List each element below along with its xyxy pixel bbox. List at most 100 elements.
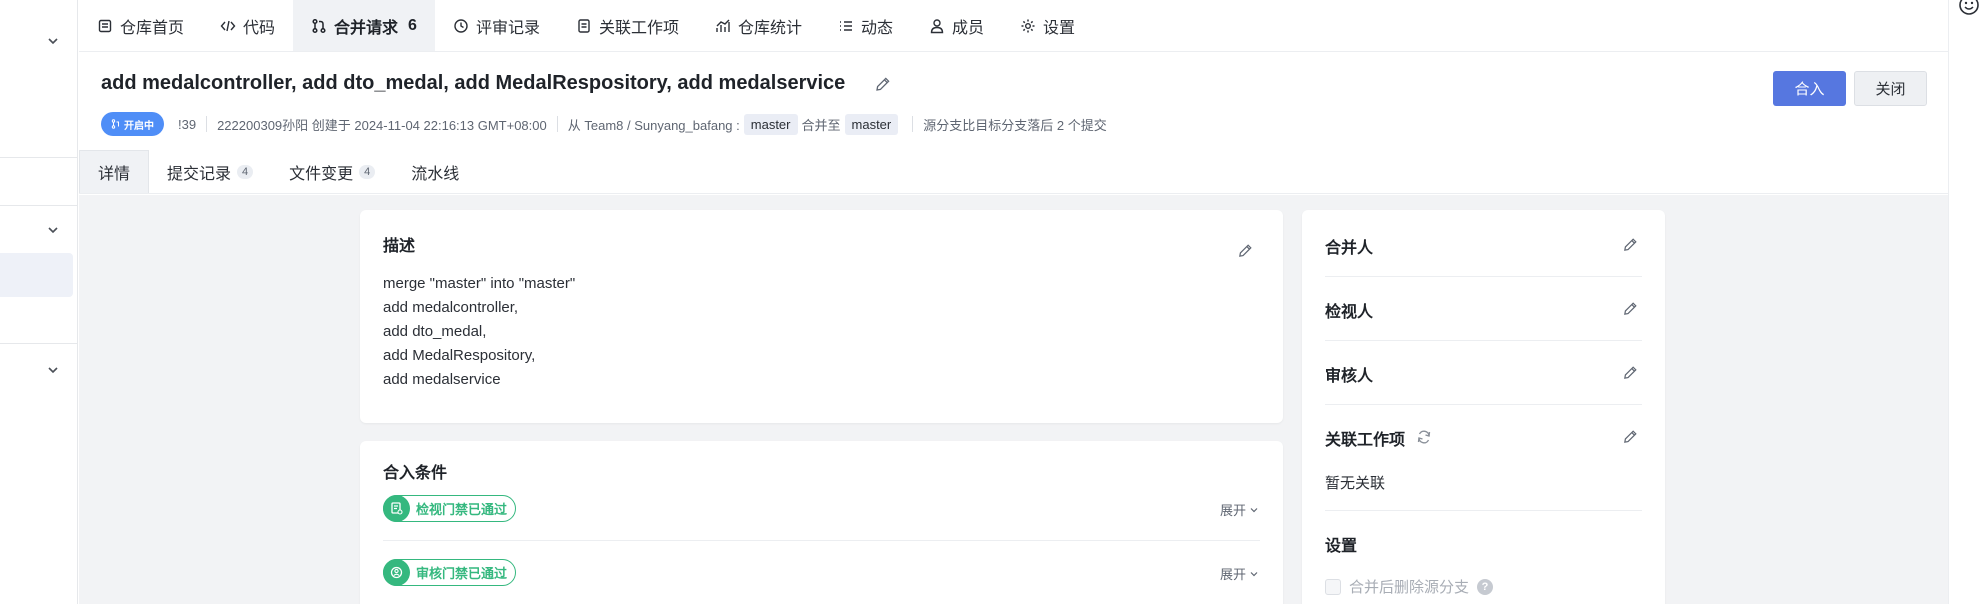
tab-commits[interactable]: 提交记录 4 (149, 150, 271, 193)
description-line: add medalcontroller, (383, 299, 519, 316)
approval-gate-badge: 审核门禁已通过 (383, 559, 517, 586)
workitem-icon (578, 18, 590, 33)
tab-repo-home[interactable]: 仓库首页 (79, 0, 202, 51)
refresh-icon[interactable] (1415, 428, 1433, 446)
meta-divider (556, 116, 558, 132)
description-body: merge "master" into "master" add medalco… (383, 272, 575, 392)
sidebar-divider (0, 343, 78, 344)
gate-label: 审核门禁已通过 (416, 566, 508, 581)
commit-count: 4 (237, 164, 254, 179)
side-divider (1325, 276, 1642, 277)
mr-subtabs: 详情 提交记录 4 文件变更 4 流水线 (79, 150, 1948, 194)
member-icon (930, 18, 944, 33)
chevron-down-icon[interactable] (46, 34, 60, 48)
mr-id: !39 (178, 116, 197, 132)
expand-approval-gate[interactable]: 展开 (1220, 564, 1259, 583)
repo-nav: 仓库首页 代码 合并请求 6 评审记录 关联工作项 仓库统计 动态 成员 设置 (79, 0, 1948, 52)
chevron-down-icon[interactable] (46, 223, 60, 237)
gate-label: 检视门禁已通过 (416, 502, 508, 517)
description-line: add MedalRespository, (383, 347, 536, 364)
merge-conditions-card: 合入条件 检视门禁已通过 展开 审核门禁已通过 展开 (360, 441, 1283, 604)
chevron-down-icon (1250, 571, 1258, 576)
sidebar-divider (0, 205, 78, 206)
edit-workitems-icon[interactable] (1622, 428, 1639, 445)
edit-title-icon[interactable] (874, 75, 892, 93)
file-change-count: 4 (359, 164, 376, 179)
tab-settings[interactable]: 设置 (1002, 0, 1093, 51)
conditions-divider (383, 540, 1260, 541)
reviewer-label: 检视人 (1325, 304, 1374, 321)
merge-to-label: 合并至 (801, 117, 841, 133)
merge-request-icon (111, 119, 119, 129)
delete-source-branch-option[interactable]: 合并后删除源分支 ? (1325, 576, 1494, 597)
description-card: 描述 merge "master" into "master" add meda… (360, 210, 1283, 423)
close-button[interactable]: 关闭 (1854, 71, 1927, 106)
from-repo: 从 Team8 / Sunyang_bafang : (567, 117, 740, 133)
conditions-heading: 合入条件 (383, 465, 448, 482)
tab-label: 设置 (1043, 19, 1076, 37)
tab-linked-workitems[interactable]: 关联工作项 (558, 0, 697, 51)
stats-icon (716, 19, 730, 32)
author-created: 222200309孙阳 创建于 2024-11-04 22:16:13 GMT+… (217, 117, 547, 133)
review-gate-icon (383, 495, 410, 522)
expand-label: 展开 (1219, 503, 1246, 518)
tab-activity[interactable]: 动态 (820, 0, 911, 51)
merge-button[interactable]: 合入 (1773, 71, 1846, 106)
tab-label: 流水线 (411, 165, 460, 183)
tab-details[interactable]: 详情 (79, 150, 150, 193)
side-divider (1325, 510, 1642, 511)
sidebar-divider (0, 157, 78, 158)
activity-icon (840, 20, 852, 31)
tab-label: 仓库统计 (737, 19, 802, 37)
mr-meta-row: 开启中 !39 222200309孙阳 创建于 2024-11-04 22:16… (101, 111, 1107, 137)
tab-label: 仓库首页 (120, 19, 185, 37)
right-strip (1948, 0, 1988, 604)
workitems-label: 关联工作项 (1325, 432, 1406, 449)
side-divider (1325, 404, 1642, 405)
tab-members[interactable]: 成员 (911, 0, 1002, 51)
merge-request-icon (312, 18, 326, 33)
tab-repo-stats[interactable]: 仓库统计 (697, 0, 820, 51)
edit-approver-icon[interactable] (1622, 364, 1639, 381)
side-divider (1325, 340, 1642, 341)
tab-review-records[interactable]: 评审记录 (435, 0, 558, 51)
expand-review-gate[interactable]: 展开 (1220, 500, 1259, 519)
tab-label: 评审记录 (475, 19, 540, 37)
edit-merger-icon[interactable] (1622, 236, 1639, 253)
description-heading: 描述 (383, 238, 416, 255)
tab-code[interactable]: 代码 (202, 0, 293, 51)
approval-gate-icon (383, 559, 410, 586)
smiley-icon[interactable] (1958, 0, 1980, 16)
edit-description-icon[interactable] (1237, 242, 1254, 259)
meta-divider (912, 116, 914, 132)
approver-label: 审核人 (1325, 368, 1374, 385)
tab-label: 成员 (952, 19, 985, 37)
help-icon[interactable]: ? (1477, 578, 1494, 595)
target-branch[interactable]: master (844, 113, 899, 135)
tab-pipeline[interactable]: 流水线 (393, 150, 477, 193)
description-line: add medalservice (383, 371, 501, 388)
description-line: add dto_medal, (383, 323, 487, 340)
tab-label: 动态 (861, 19, 894, 37)
settings-label: 设置 (1325, 538, 1358, 555)
gear-icon (1021, 19, 1035, 32)
tab-merge-requests[interactable]: 合并请求 6 (293, 0, 435, 51)
merge-request-title: add medalcontroller, add dto_medal, add … (101, 72, 846, 94)
behind-notice: 源分支比目标分支落后 2 个提交 (923, 117, 1107, 133)
chevron-down-icon[interactable] (46, 363, 60, 377)
source-branch[interactable]: master (743, 113, 798, 135)
chevron-down-icon (1250, 507, 1258, 512)
expand-label: 展开 (1219, 567, 1246, 582)
edit-reviewer-icon[interactable] (1622, 300, 1639, 317)
meta-divider (206, 116, 208, 132)
tab-label: 详情 (98, 166, 131, 183)
status-text: 开启中 (124, 120, 154, 132)
left-sidebar (0, 0, 78, 604)
checkbox-label: 合并后删除源分支 (1349, 579, 1470, 596)
sidebar-item-active[interactable] (0, 253, 73, 297)
delete-source-checkbox[interactable] (1325, 578, 1341, 595)
tab-label: 关联工作项 (598, 19, 679, 37)
repo-home-icon (98, 19, 112, 32)
tab-label: 代码 (243, 19, 276, 37)
tab-file-changes[interactable]: 文件变更 4 (271, 150, 393, 193)
